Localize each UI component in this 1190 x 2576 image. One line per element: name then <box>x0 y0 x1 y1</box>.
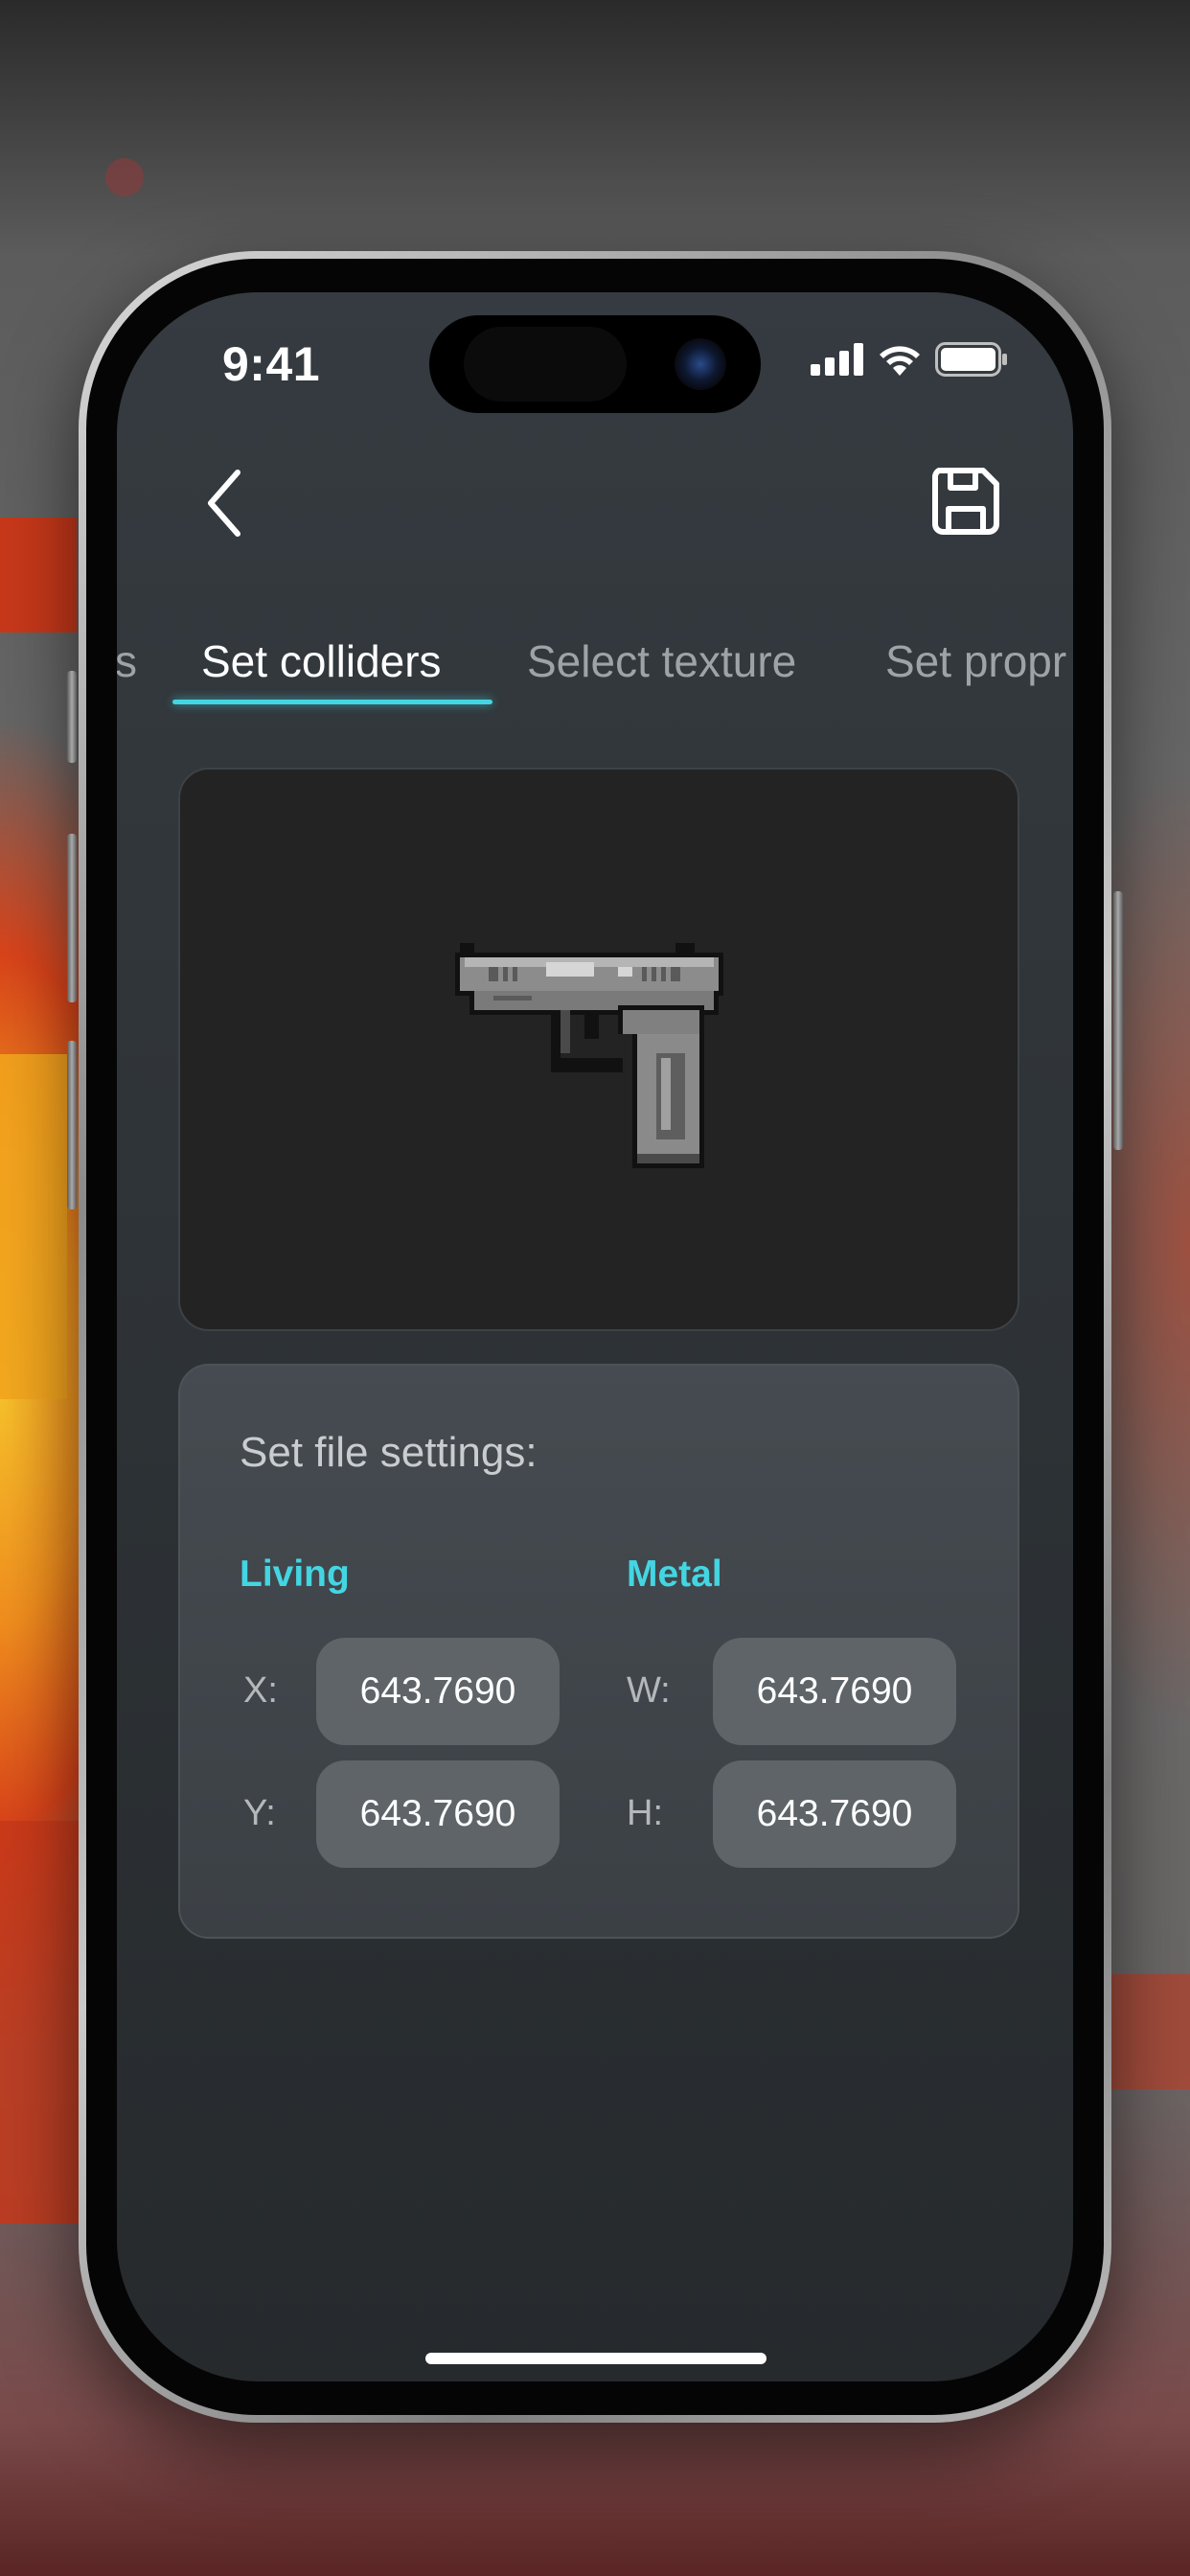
pixel-pistol-icon <box>455 943 723 1168</box>
background-blob <box>105 158 144 196</box>
settings-title: Set file settings: <box>240 1429 538 1476</box>
field-label-w: W: <box>627 1670 671 1711</box>
background-blob <box>1111 1974 1190 2089</box>
field-w-input[interactable]: 643.7690 <box>713 1638 956 1745</box>
floppy-disk-icon <box>931 468 999 535</box>
back-button[interactable] <box>184 463 264 543</box>
volume-down-button <box>67 1041 77 1209</box>
cellular-signal-icon <box>811 343 863 376</box>
field-label-y: Y: <box>243 1793 276 1833</box>
field-x-input[interactable]: 643.7690 <box>316 1638 560 1745</box>
background-blob <box>0 518 77 632</box>
battery-icon <box>935 342 1007 377</box>
tab-set-properties[interactable]: Set propr <box>885 635 1066 687</box>
chevron-left-icon <box>208 470 240 537</box>
group-label-living: Living <box>240 1553 350 1595</box>
island-sensor <box>464 327 627 402</box>
texture-preview <box>178 768 1019 1331</box>
field-label-h: H: <box>627 1793 663 1833</box>
background-blob <box>0 1821 86 2223</box>
save-button[interactable] <box>926 461 1006 541</box>
dynamic-island <box>429 315 761 413</box>
volume-up-button <box>67 834 77 1002</box>
tab-select-texture[interactable]: Select texture <box>527 635 796 687</box>
status-icons <box>811 342 1008 377</box>
field-label-x: X: <box>243 1670 278 1711</box>
background-blob <box>0 1054 67 1399</box>
active-tab-indicator <box>172 700 492 704</box>
status-time: 9:41 <box>222 337 321 391</box>
camera-lens <box>675 338 726 390</box>
field-y-input[interactable]: 643.7690 <box>316 1760 560 1868</box>
field-h-input[interactable]: 643.7690 <box>713 1760 956 1868</box>
wifi-icon <box>880 346 920 376</box>
home-indicator[interactable] <box>425 2353 767 2364</box>
app-screen: 9:41 s Set colliders Select texture Set … <box>117 292 1073 2381</box>
file-settings-panel: Set file settings: Living Metal X: 643.7… <box>178 1364 1019 1939</box>
group-label-metal: Metal <box>627 1553 722 1595</box>
action-button <box>67 671 77 763</box>
tab-previous[interactable]: s <box>117 635 137 687</box>
power-button <box>1113 891 1123 1150</box>
tab-set-colliders[interactable]: Set colliders <box>201 635 442 687</box>
